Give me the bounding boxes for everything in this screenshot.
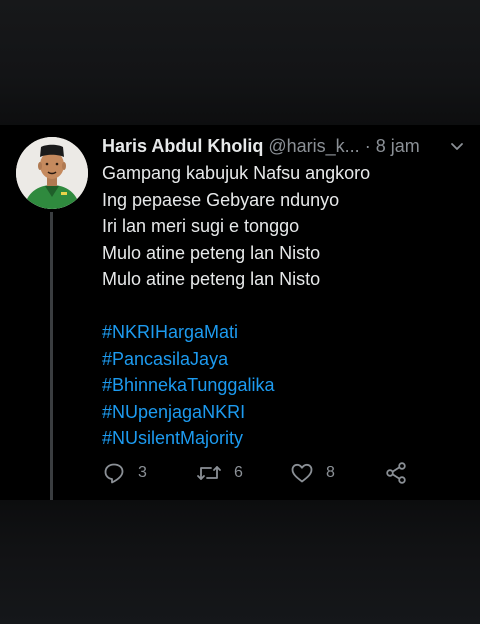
reply-button[interactable]: 3 <box>102 460 147 486</box>
like-count: 8 <box>326 464 335 481</box>
hashtag-link[interactable]: #PancasilaJaya <box>102 346 462 373</box>
hashtag-link[interactable]: #NKRIHargaMati <box>102 319 462 346</box>
tweet-line: Mulo atine peteng lan Nisto <box>102 242 321 263</box>
line-break <box>102 293 462 320</box>
top-letterbox <box>0 0 480 125</box>
tweet-actions: 3 6 8 <box>102 460 422 486</box>
tweet-line: Ing pepaese Gebyare ndunyo <box>102 189 340 210</box>
hashtag-link[interactable]: #NUpenjagaNKRI <box>102 399 462 426</box>
display-name[interactable]: Haris Abdul Kholiq <box>102 136 263 156</box>
tweet-text: Gampang kabujuk Nafsu angkoro Ing pepaes… <box>102 160 462 452</box>
heart-icon <box>291 463 313 483</box>
chevron-down-icon <box>451 143 463 150</box>
tweet-line: Gampang kabujuk Nafsu angkoro <box>102 163 371 183</box>
user-handle[interactable]: @haris_k... <box>268 136 359 156</box>
retweet-count: 6 <box>234 464 243 481</box>
like-button[interactable]: 8 <box>290 460 335 486</box>
separator-dot: · <box>364 136 371 156</box>
hashtag-link[interactable]: #NUsilentMajority <box>102 425 462 452</box>
timestamp[interactable]: 8 jam <box>376 136 420 156</box>
share-button[interactable] <box>384 460 408 486</box>
tweet-header: Haris Abdul Kholiq @haris_k... · 8 jam <box>102 134 472 158</box>
reply-icon <box>104 463 124 484</box>
reply-count: 3 <box>138 464 147 481</box>
tweet-line: Mulo atine peteng lan Nisto <box>102 269 321 289</box>
tweet-line: Iri lan meri sugi e tonggo <box>102 216 300 236</box>
share-icon <box>386 462 406 484</box>
hashtag-link[interactable]: #BhinnekaTunggalika <box>102 372 462 399</box>
thread-line <box>50 212 53 500</box>
avatar[interactable] <box>16 137 88 209</box>
tweet-menu-button[interactable] <box>449 140 465 152</box>
user-avatar-icon <box>16 137 88 209</box>
bottom-letterbox <box>0 500 480 624</box>
retweet-icon <box>197 466 221 480</box>
retweet-button[interactable]: 6 <box>196 460 243 486</box>
